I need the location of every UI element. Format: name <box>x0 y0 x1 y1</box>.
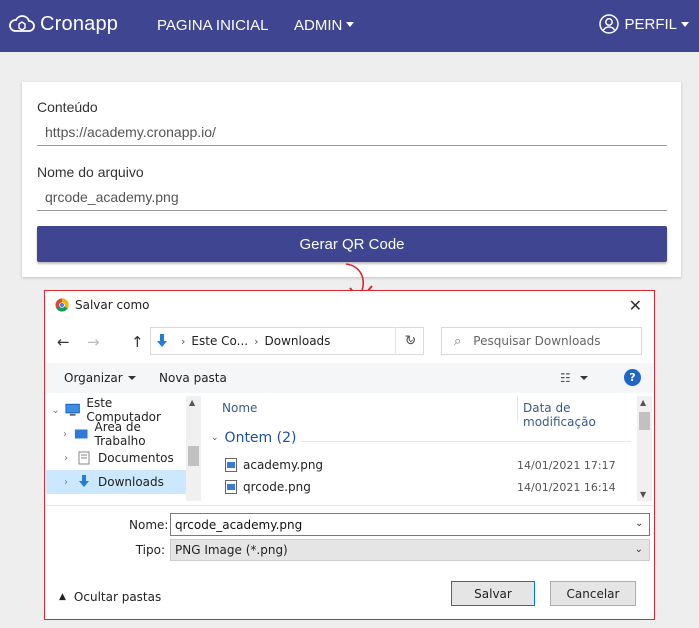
dialog-title-bar: Salvar como <box>55 298 149 312</box>
user-circle-icon <box>599 14 620 34</box>
chevron-down-icon <box>346 22 355 27</box>
column-header-date[interactable]: Data de modificação <box>517 396 635 429</box>
file-type-value: PNG Image (*.png) <box>175 543 288 557</box>
nav-home-link[interactable]: PAGINA INICIAL <box>157 17 268 34</box>
chevron-down-icon: ⌄ <box>211 433 219 443</box>
back-arrow-icon[interactable]: ← <box>57 333 70 351</box>
file-row[interactable]: academy.png 14/01/2021 17:17 <box>225 454 635 476</box>
breadcrumb-item[interactable]: Downloads <box>265 334 331 348</box>
view-options-icon[interactable]: ☷ <box>560 371 588 385</box>
file-list-scrollbar[interactable]: ▲ ▼ <box>637 396 652 501</box>
tree-item-label: Área de Trabalho <box>94 420 146 448</box>
scrollbar-thumb[interactable] <box>188 446 199 466</box>
new-folder-button[interactable]: Nova pasta <box>159 371 227 385</box>
help-icon[interactable]: ? <box>624 369 641 386</box>
address-row: ← → ↑ › Este Co... › Downloads ⌄ ↻ ⌕ Pes… <box>45 327 654 357</box>
qr-form-card: Conteúdo Nome do arquivo Gerar QR Code <box>22 82 681 277</box>
content-input[interactable] <box>37 118 667 146</box>
tree-item-downloads[interactable]: › Downloads <box>46 470 186 494</box>
content-label: Conteúdo <box>37 99 98 115</box>
address-bar[interactable]: › Este Co... › Downloads ⌄ <box>150 327 424 355</box>
file-date: 14/01/2021 17:17 <box>517 458 616 472</box>
document-icon <box>78 451 90 465</box>
chevron-down-icon[interactable]: ⌄ <box>635 518 643 529</box>
organize-menu[interactable]: Organizar <box>64 371 136 385</box>
filename-label: Nome do arquivo <box>37 164 144 180</box>
scroll-up-icon[interactable]: ▲ <box>189 398 195 407</box>
file-list: Nome Data de modificação ⌄ Ontem (2) aca… <box>205 396 653 501</box>
dialog-toolbar: Organizar Nova pasta ☷ ? <box>46 363 653 393</box>
chevron-right-icon[interactable]: › <box>56 429 74 440</box>
scrollbar-thumb[interactable] <box>639 412 650 430</box>
cloud-logo-icon <box>9 15 35 32</box>
type-label: Tipo: <box>135 543 165 557</box>
image-file-icon <box>225 458 237 472</box>
file-type-select[interactable]: PNG Image (*.png) ⌄ <box>170 539 650 561</box>
computer-icon <box>65 403 80 416</box>
search-placeholder: Pesquisar Downloads <box>473 334 601 348</box>
save-as-dialog: Salvar como ✕ ← → ↑ › Este Co... › Downl… <box>44 290 655 620</box>
dialog-title: Salvar como <box>75 298 150 312</box>
download-icon <box>157 334 167 347</box>
column-header-name[interactable]: Nome <box>222 396 512 422</box>
save-button[interactable]: Salvar <box>451 581 535 606</box>
divider <box>46 505 653 506</box>
organize-label: Organizar <box>64 371 123 385</box>
chevron-up-icon: ▲ <box>59 592 66 602</box>
scroll-up-icon[interactable]: ▲ <box>640 398 646 407</box>
chevron-down-icon <box>579 376 588 380</box>
chevron-right-icon[interactable]: › <box>56 453 76 464</box>
chevron-down-icon[interactable]: ⌄ <box>46 405 65 416</box>
file-name: academy.png <box>243 458 324 472</box>
search-icon: ⌕ <box>454 333 462 349</box>
scroll-down-icon[interactable]: ▼ <box>640 490 646 499</box>
name-label: Nome: <box>129 518 169 532</box>
breadcrumb-item[interactable]: Este Co... <box>191 334 248 348</box>
filename-input[interactable] <box>37 183 667 211</box>
cancel-button[interactable]: Cancelar <box>550 581 636 606</box>
nav-admin-menu[interactable]: ADMIN <box>294 17 355 34</box>
breadcrumb-separator-icon: › <box>181 334 186 348</box>
tree-item-label: Documentos <box>98 451 174 465</box>
tree-item-desktop[interactable]: › Área de Trabalho <box>46 420 186 448</box>
group-label: Ontem (2) <box>224 430 297 446</box>
up-arrow-icon[interactable]: ↑ <box>131 333 144 351</box>
hide-folders-label: Ocultar pastas <box>73 590 162 604</box>
forward-arrow-icon[interactable]: → <box>87 333 100 351</box>
hide-folders-toggle[interactable]: ▲ Ocultar pastas <box>59 590 161 604</box>
top-navbar: Cronapp PAGINA INICIAL ADMIN PERFIL <box>0 0 699 52</box>
image-file-icon <box>225 480 237 494</box>
chevron-down-icon <box>127 376 136 380</box>
folder-tree: ⌄ Este Computador › Área de Trabalho › D… <box>46 396 201 501</box>
breadcrumb-separator-icon: › <box>254 334 259 348</box>
brand-name: Cronapp <box>40 12 119 35</box>
file-group-header[interactable]: ⌄ Ontem (2) <box>211 430 296 446</box>
file-row[interactable]: qrcode.png 14/01/2021 16:14 <box>225 476 635 498</box>
chevron-down-icon <box>681 21 689 27</box>
tree-scrollbar[interactable]: ▲ <box>186 396 201 501</box>
chrome-icon <box>55 298 69 312</box>
download-icon <box>79 475 89 487</box>
tree-item-computer[interactable]: ⌄ Este Computador <box>46 396 186 424</box>
generate-qr-button[interactable]: Gerar QR Code <box>37 226 667 262</box>
group-divider <box>301 441 631 442</box>
file-name: qrcode.png <box>243 480 311 494</box>
file-name-input[interactable] <box>170 513 650 536</box>
chevron-right-icon[interactable]: › <box>56 477 76 488</box>
profile-menu[interactable]: PERFIL <box>599 14 689 34</box>
tree-item-label: Downloads <box>98 475 164 489</box>
file-date: 14/01/2021 16:14 <box>517 480 616 494</box>
refresh-button[interactable]: ↻ <box>395 327 425 355</box>
search-input[interactable]: ⌕ Pesquisar Downloads <box>441 327 642 355</box>
close-icon[interactable]: ✕ <box>629 296 642 315</box>
chevron-down-icon: ⌄ <box>634 544 643 555</box>
tree-item-documents[interactable]: › Documentos <box>46 446 186 470</box>
nav-admin-label: ADMIN <box>294 17 343 34</box>
profile-label: PERFIL <box>624 15 677 33</box>
brand-logo[interactable]: Cronapp <box>8 12 118 36</box>
desktop-icon <box>74 429 88 439</box>
refresh-icon: ↻ <box>404 333 417 349</box>
